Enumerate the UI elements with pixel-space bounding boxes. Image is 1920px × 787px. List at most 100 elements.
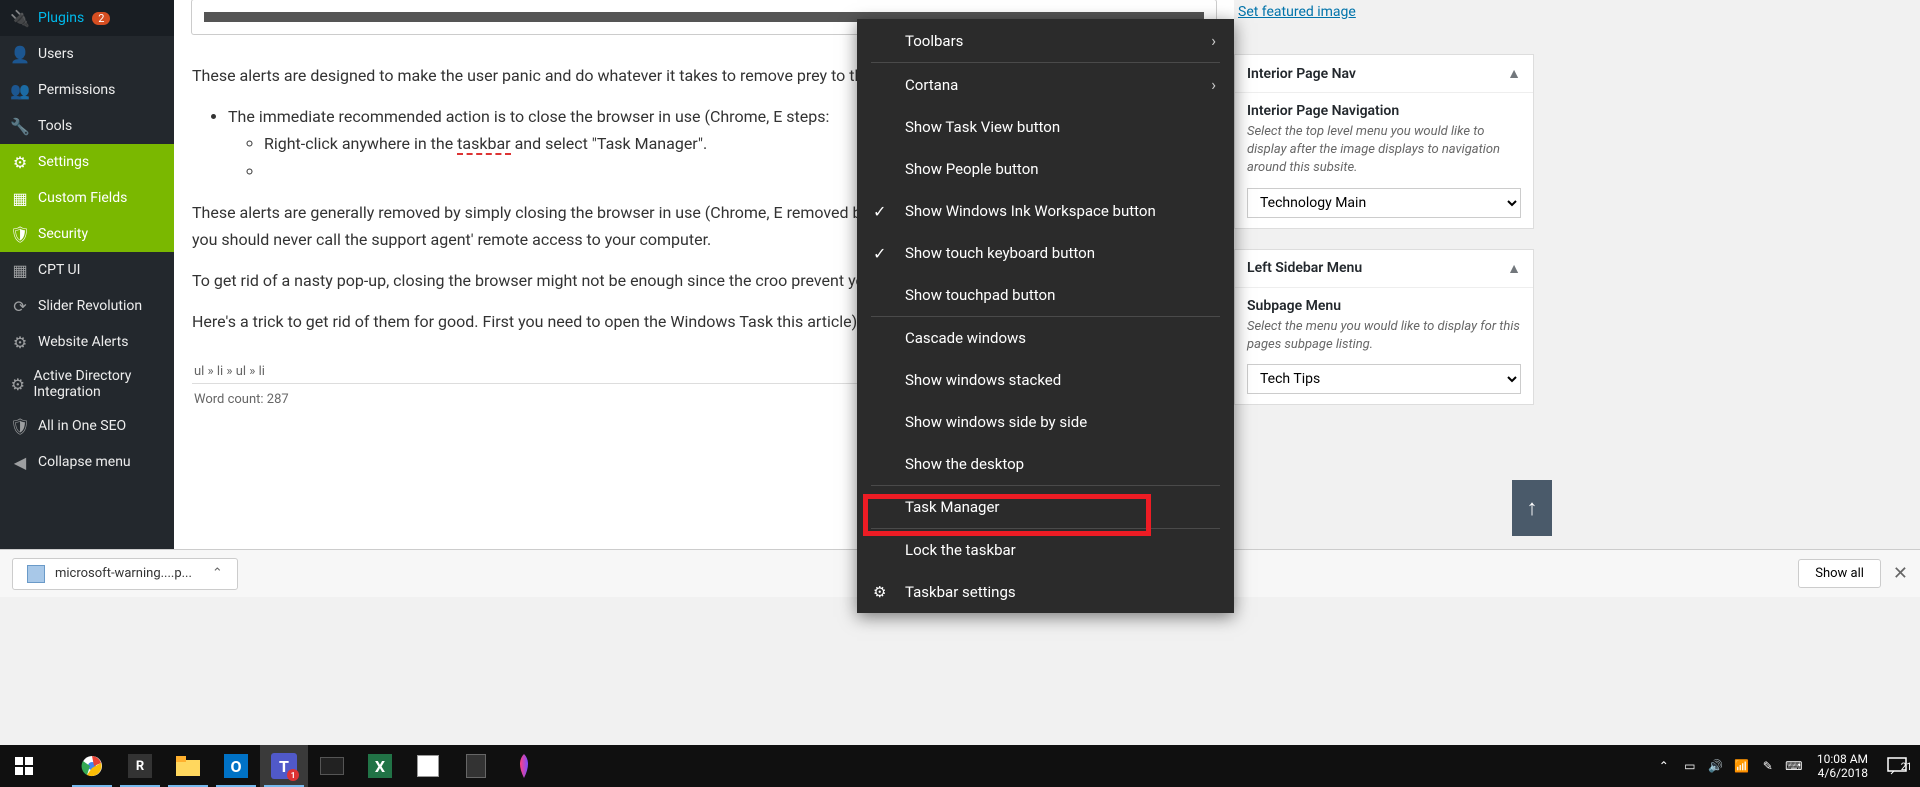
cm-show-desktop[interactable]: Show the desktop — [857, 443, 1234, 485]
users-icon: 👥 — [10, 80, 30, 100]
scroll-to-top-button[interactable]: ↑ — [1512, 480, 1552, 536]
panel-title: Left Sidebar Menu — [1247, 260, 1362, 276]
cm-show-touchpad[interactable]: Show touchpad button — [857, 274, 1234, 316]
cm-task-manager[interactable]: Task Manager — [857, 486, 1234, 528]
sidebar-item-label: Settings — [38, 154, 89, 170]
grid-icon: ▦ — [10, 260, 30, 280]
taskbar-excel[interactable]: X — [356, 745, 404, 787]
check-icon: ✓ — [873, 244, 886, 263]
cm-show-people[interactable]: Show People button — [857, 148, 1234, 190]
sidebar-item-label: Users — [38, 46, 74, 62]
sidebar-item-custom-fields[interactable]: ▦ Custom Fields — [0, 180, 174, 216]
sidebar-item-label: Plugins — [38, 10, 84, 26]
taskbar-outlook[interactable]: O — [212, 745, 260, 787]
cm-show-task-view[interactable]: Show Task View button — [857, 106, 1234, 148]
gear-icon: ⚙ — [10, 332, 30, 352]
cm-show-stacked[interactable]: Show windows stacked — [857, 359, 1234, 401]
sidebar-item-tools[interactable]: 🔧 Tools — [0, 108, 174, 144]
sidebar-item-label: CPT UI — [38, 262, 80, 278]
sidebar-item-cpt-ui[interactable]: ▦ CPT UI — [0, 252, 174, 288]
chevron-up-icon[interactable]: ⌃ — [212, 566, 223, 581]
tray-chevron-up-icon[interactable]: ⌃ — [1653, 755, 1675, 777]
panel-toggle-icon[interactable]: ▲ — [1507, 65, 1521, 82]
taskbar-clock[interactable]: 10:08 AM 4/6/2018 — [1809, 752, 1876, 781]
gear-icon: ⚙ — [10, 374, 25, 394]
cm-show-side-by-side[interactable]: Show windows side by side — [857, 401, 1234, 443]
sidebar-item-users[interactable]: 👤 Users — [0, 36, 174, 72]
taskbar-calculator[interactable] — [452, 745, 500, 787]
left-sidebar-menu-panel: Left Sidebar Menu ▲ Subpage Menu Select … — [1234, 249, 1534, 405]
download-item[interactable]: microsoft-warning....p... ⌃ — [12, 558, 238, 590]
meta-boxes: Set featured image Interior Page Nav ▲ I… — [1234, 0, 1534, 549]
sidebar-item-website-alerts[interactable]: ⚙ Website Alerts — [0, 324, 174, 360]
tray-ink-icon[interactable]: ✎ — [1757, 755, 1779, 777]
shield-icon: 🛡 — [10, 224, 30, 244]
collapse-icon: ◀ — [10, 452, 30, 472]
sidebar-item-slider-revolution[interactable]: ⟳ Slider Revolution — [0, 288, 174, 324]
taskbar-context-menu: Toolbars› Cortana› Show Task View button… — [857, 19, 1234, 613]
taskbar-teams[interactable]: T1 — [260, 745, 308, 787]
tray-wifi-icon[interactable]: 📶 — [1731, 755, 1753, 777]
taskbar-terminal[interactable] — [308, 745, 356, 787]
taskbar-date: 4/6/2018 — [1817, 766, 1868, 780]
taskbar-file-explorer[interactable] — [164, 745, 212, 787]
tray-battery-icon[interactable]: ▭ — [1679, 755, 1701, 777]
sidebar-item-plugins[interactable]: 🔌 Plugins 2 — [0, 0, 174, 36]
sidebar-item-security[interactable]: 🛡 Security — [0, 216, 174, 252]
panel-toggle-icon[interactable]: ▲ — [1507, 260, 1521, 277]
sidebar-item-label: Collapse menu — [38, 454, 131, 470]
sliders-icon: ⚙ — [10, 152, 30, 172]
panel-header[interactable]: Interior Page Nav ▲ — [1235, 55, 1533, 93]
set-featured-image-link[interactable]: Set featured image — [1234, 0, 1360, 24]
action-center-button[interactable]: 21 — [1880, 757, 1914, 775]
refresh-icon: ⟳ — [10, 296, 30, 316]
sidebar-item-collapse[interactable]: ◀ Collapse menu — [0, 444, 174, 480]
cm-lock-taskbar[interactable]: Lock the taskbar — [857, 529, 1234, 571]
cm-toolbars[interactable]: Toolbars› — [857, 19, 1234, 62]
tray-volume-icon[interactable]: 🔊 — [1705, 755, 1727, 777]
sidebar-item-permissions[interactable]: 👥 Permissions — [0, 72, 174, 108]
sidebar-item-label: Website Alerts — [38, 334, 128, 350]
interior-page-nav-panel: Interior Page Nav ▲ Interior Page Naviga… — [1234, 54, 1534, 229]
gear-icon: ⚙ — [873, 583, 886, 601]
cm-show-touch-keyboard[interactable]: ✓Show touch keyboard button — [857, 232, 1234, 274]
chevron-right-icon: › — [1211, 31, 1216, 50]
sidebar-item-label: Custom Fields — [38, 190, 127, 206]
cm-show-ink-workspace[interactable]: ✓Show Windows Ink Workspace button — [857, 190, 1234, 232]
interior-nav-select[interactable]: Technology Main — [1247, 188, 1521, 218]
word-count: Word count: 287 — [194, 392, 289, 407]
sidebar-item-label: Active Directory Integration — [33, 368, 164, 400]
fields-icon: ▦ — [10, 188, 30, 208]
cm-taskbar-settings[interactable]: ⚙Taskbar settings — [857, 571, 1234, 613]
sidebar-item-settings[interactable]: ⚙ Settings — [0, 144, 174, 180]
taskbar-time: 10:08 AM — [1817, 752, 1868, 766]
cm-cortana[interactable]: Cortana› — [857, 63, 1234, 106]
start-button[interactable] — [0, 745, 48, 787]
file-icon — [27, 565, 45, 583]
wrench-icon: 🔧 — [10, 116, 30, 136]
windows-taskbar[interactable]: R O T1 X ⌃ ▭ 🔊 📶 ✎ ⌨ 10:08 AM 4/6/2018 2… — [0, 745, 1920, 787]
panel-description: Select the menu you would like to displa… — [1247, 318, 1521, 354]
check-icon: ✓ — [873, 202, 886, 221]
close-icon[interactable]: ✕ — [1893, 563, 1908, 584]
taskbar-chrome[interactable] — [68, 745, 116, 787]
tray-keyboard-icon[interactable]: ⌨ — [1783, 755, 1805, 777]
panel-header[interactable]: Left Sidebar Menu ▲ — [1235, 250, 1533, 288]
cm-cascade-windows[interactable]: Cascade windows — [857, 317, 1234, 359]
chevron-right-icon: › — [1211, 75, 1216, 94]
taskbar-paint3d[interactable] — [500, 745, 548, 787]
taskbar-app[interactable] — [404, 745, 452, 787]
sidebar-item-label: Permissions — [38, 82, 115, 98]
sidebar-item-label: Tools — [38, 118, 72, 134]
panel-heading: Interior Page Navigation — [1247, 103, 1521, 119]
show-all-button[interactable]: Show all — [1798, 559, 1881, 588]
spellcheck-underline: taskbar — [457, 134, 510, 155]
sidebar-item-label: Slider Revolution — [38, 298, 142, 314]
wp-admin-sidebar: 🔌 Plugins 2 👤 Users 👥 Permissions 🔧 Tool… — [0, 0, 174, 549]
sidebar-item-all-in-one-seo[interactable]: 🛡 All in One SEO — [0, 408, 174, 444]
taskbar-app-r[interactable]: R — [116, 745, 164, 787]
sidebar-item-label: Security — [38, 226, 88, 242]
subpage-menu-select[interactable]: Tech Tips — [1247, 364, 1521, 394]
panel-heading: Subpage Menu — [1247, 298, 1521, 314]
sidebar-item-active-directory[interactable]: ⚙ Active Directory Integration — [0, 360, 174, 408]
